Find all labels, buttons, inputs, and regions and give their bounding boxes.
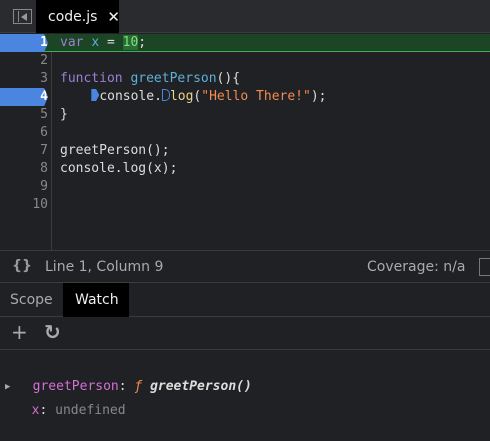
cursor-position: Line 1, Column 9 xyxy=(45,259,164,275)
operator: = xyxy=(99,35,123,50)
inline-breakpoint-inactive-icon[interactable] xyxy=(161,89,170,101)
code-editor[interactable]: 1 var x = 10; 2 3 function greetPerson()… xyxy=(0,33,490,250)
coverage-toggle-icon[interactable] xyxy=(479,258,490,276)
debugger-panel-tabs: Scope Watch xyxy=(0,283,490,317)
expand-triangle-icon[interactable]: ▶ xyxy=(5,377,10,397)
code-line-10[interactable]: 10 xyxy=(0,196,490,214)
code-text: } xyxy=(60,107,68,122)
tab-scope[interactable]: Scope xyxy=(0,283,63,317)
watch-item[interactable]: ▶ greetPerson: ƒ greetPerson() xyxy=(0,357,252,394)
separator: : xyxy=(39,403,56,418)
editor-tab-bar: code.js ✕ xyxy=(0,0,490,33)
code-line-5[interactable]: 5} xyxy=(0,106,490,124)
code-line-9[interactable]: 9 xyxy=(0,178,490,196)
punctuation: ; xyxy=(138,35,147,50)
code-line-7[interactable]: 7 greetPerson(); xyxy=(0,142,490,160)
code-line-6[interactable]: 6 xyxy=(0,124,490,142)
line-number[interactable]: 7 xyxy=(0,142,48,160)
toggle-navigator-icon[interactable] xyxy=(13,9,32,24)
file-tab-code-js[interactable]: code.js ✕ xyxy=(36,0,120,33)
code-line-3[interactable]: 3 function greetPerson(){ xyxy=(0,70,490,88)
file-tab-label: code.js xyxy=(48,8,98,25)
tab-watch[interactable]: Watch xyxy=(63,283,129,317)
code-line-2[interactable]: 2 xyxy=(0,52,490,70)
line-number[interactable]: 8 xyxy=(0,160,48,178)
line-number[interactable]: 3 xyxy=(0,70,48,88)
identifier: x xyxy=(91,35,100,50)
method-name: log xyxy=(169,89,194,104)
code-line-4[interactable]: 4 console. log("Hello There!"); xyxy=(0,88,490,106)
code-line-1[interactable]: 1 var x = 10; xyxy=(0,34,490,52)
status-bar: {} Line 1, Column 9 Coverage: n/a xyxy=(0,250,490,283)
function-symbol: ƒ xyxy=(134,379,151,394)
number-literal: 10 xyxy=(122,35,139,50)
refresh-icon[interactable]: ↻ xyxy=(44,320,61,344)
keyword: function xyxy=(60,71,123,86)
line-number[interactable]: 9 xyxy=(0,178,48,196)
code-text: console. xyxy=(99,89,162,104)
function-name: greetPerson xyxy=(130,71,217,86)
code-line-8[interactable]: 8 console.log(x); xyxy=(0,160,490,178)
code-text: greetPerson(); xyxy=(60,143,170,158)
line-number[interactable]: 2 xyxy=(0,52,48,70)
watch-item[interactable]: x: undefined xyxy=(16,381,126,418)
line-number[interactable]: 6 xyxy=(0,124,48,142)
close-icon[interactable]: ✕ xyxy=(107,8,120,26)
punctuation: (){ xyxy=(216,71,241,86)
string-literal: "Hello There!" xyxy=(201,89,311,104)
line-number[interactable]: 5 xyxy=(0,106,48,124)
line-number[interactable]: 10 xyxy=(0,196,48,214)
punctuation: ); xyxy=(310,89,327,104)
watch-toolbar: + ↻ xyxy=(0,317,490,350)
breakpoint-line-number[interactable]: 1 xyxy=(0,34,48,52)
keyword: var xyxy=(60,35,84,50)
watch-expression-value: undefined xyxy=(55,403,126,418)
pretty-print-icon[interactable]: {} xyxy=(12,258,32,274)
breakpoint-line-number[interactable]: 4 xyxy=(0,88,48,106)
add-expression-icon[interactable]: + xyxy=(11,320,28,344)
coverage-status: Coverage: n/a xyxy=(367,259,466,275)
watch-expression-value: greetPerson() xyxy=(150,379,252,394)
code-text: console.log(x); xyxy=(60,161,178,176)
